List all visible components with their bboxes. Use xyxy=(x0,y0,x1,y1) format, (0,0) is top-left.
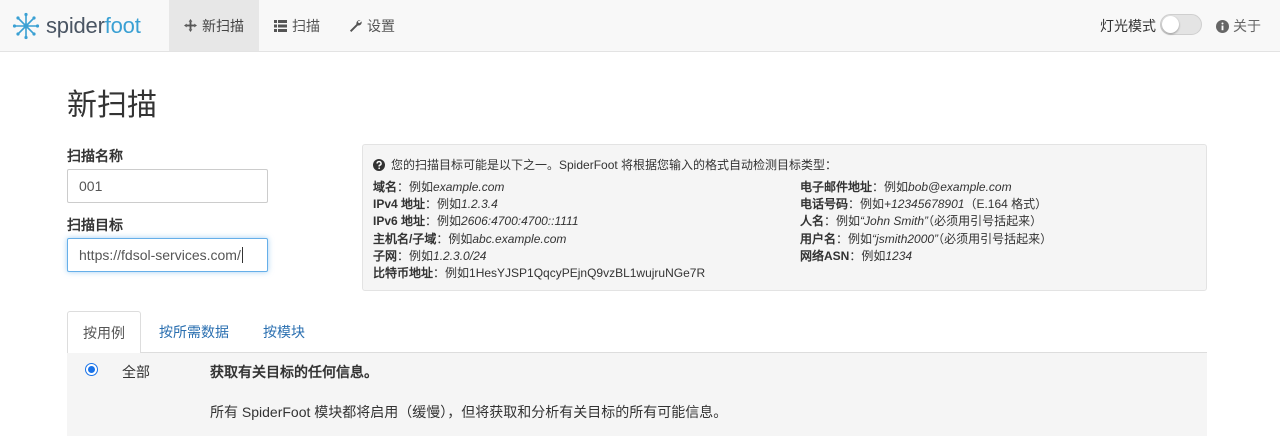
target-type-phone: 电话号码：例如+12345678901（E.164 格式） xyxy=(800,197,1048,211)
help-header-text: 您的扫描目标可能是以下之一。SpiderFoot 将根据您输入的格式自动检测目标… xyxy=(391,158,838,172)
use-case-name: 全部 xyxy=(122,364,150,380)
nav-new-scan[interactable]: 新扫描 xyxy=(169,0,259,51)
target-types-help-box: 您的扫描目标可能是以下之一。SpiderFoot 将根据您输入的格式自动检测目标… xyxy=(362,144,1207,291)
target-type-ipv4: IPv4 地址：例如1.2.3.4 xyxy=(373,197,498,211)
tab-by-module-label: 按模块 xyxy=(263,324,305,340)
info-circle-icon xyxy=(1216,19,1229,33)
crosshairs-icon xyxy=(184,19,197,32)
scan-target-input[interactable]: https://fdsol-services.com/ xyxy=(67,238,268,272)
tab-by-required-data[interactable]: 按所需数据 xyxy=(144,311,244,353)
help-header: 您的扫描目标可能是以下之一。SpiderFoot 将根据您输入的格式自动检测目标… xyxy=(373,156,837,173)
use-case-description: 所有 SpiderFoot 模块都将启用（缓慢），但将获取和分析有关目标的所有可… xyxy=(210,404,728,420)
list-icon xyxy=(274,19,287,32)
use-case-heading: 获取有关目标的任何信息。 xyxy=(210,364,378,380)
nav-scans-label: 扫描 xyxy=(292,17,320,34)
target-type-hostname: 主机名/子域：例如abc.example.com xyxy=(373,232,567,246)
nav-new-scan-label: 新扫描 xyxy=(202,17,244,34)
scan-name-label: 扫描名称 xyxy=(67,148,123,164)
spiderfoot-logo-icon xyxy=(12,12,40,40)
about-link[interactable]: 关于 xyxy=(1216,16,1261,36)
nav-settings-label: 设置 xyxy=(367,17,395,34)
target-type-subnet: 子网：例如1.2.3.0/24 xyxy=(373,249,487,263)
tab-by-use-case[interactable]: 按用例 xyxy=(67,311,141,354)
tab-by-module[interactable]: 按模块 xyxy=(248,311,320,353)
brand-link[interactable]: spiderfoot xyxy=(12,10,141,42)
nav-settings[interactable]: 设置 xyxy=(334,0,410,51)
radio-selected-dot xyxy=(88,366,95,373)
module-selection-tabs: 按用例 按所需数据 按模块 xyxy=(67,311,1207,354)
text-caret xyxy=(241,247,243,263)
about-label: 关于 xyxy=(1233,18,1261,34)
scan-name-input[interactable]: 001 xyxy=(67,169,268,203)
target-type-username: 用户名：例如“jsmith2000”（必须用引号括起来） xyxy=(800,232,1053,246)
use-case-all-radio[interactable] xyxy=(85,363,98,376)
wrench-icon xyxy=(349,20,362,32)
target-type-asn: 网络ASN：例如1234 xyxy=(800,249,913,263)
scan-target-label: 扫描目标 xyxy=(67,217,123,233)
scan-name-value: 001 xyxy=(79,178,103,194)
target-type-bitcoin: 比特币地址：例如1HesYJSP1QqcyPEjnQ9vzBL1wujruNGe… xyxy=(373,266,706,280)
target-type-domain: 域名：例如example.com xyxy=(373,180,505,194)
scan-target-value: https://fdsol-services.com/ xyxy=(79,247,241,263)
page-title: 新扫描 xyxy=(67,89,157,122)
tab-by-use-case-label: 按用例 xyxy=(83,324,125,341)
target-type-person-name: 人名：例如“John Smith”（必须用引号括起来） xyxy=(800,214,1043,228)
question-circle-icon xyxy=(373,158,385,171)
toggle-knob xyxy=(1162,16,1179,33)
navbar: spiderfoot 新扫描 扫描 设置 灯光模式 关于 xyxy=(0,0,1280,52)
brand-name: spiderfoot xyxy=(46,13,141,38)
tab-by-required-data-label: 按所需数据 xyxy=(159,324,229,340)
light-mode-label: 灯光模式 xyxy=(1100,18,1156,34)
nav-scans[interactable]: 扫描 xyxy=(259,0,335,51)
target-type-ipv6: IPv6 地址：例如2606:4700:4700::1111 xyxy=(373,214,579,228)
target-type-email: 电子邮件地址：例如bob@example.com xyxy=(800,180,1012,194)
light-mode-toggle[interactable] xyxy=(1160,14,1202,35)
